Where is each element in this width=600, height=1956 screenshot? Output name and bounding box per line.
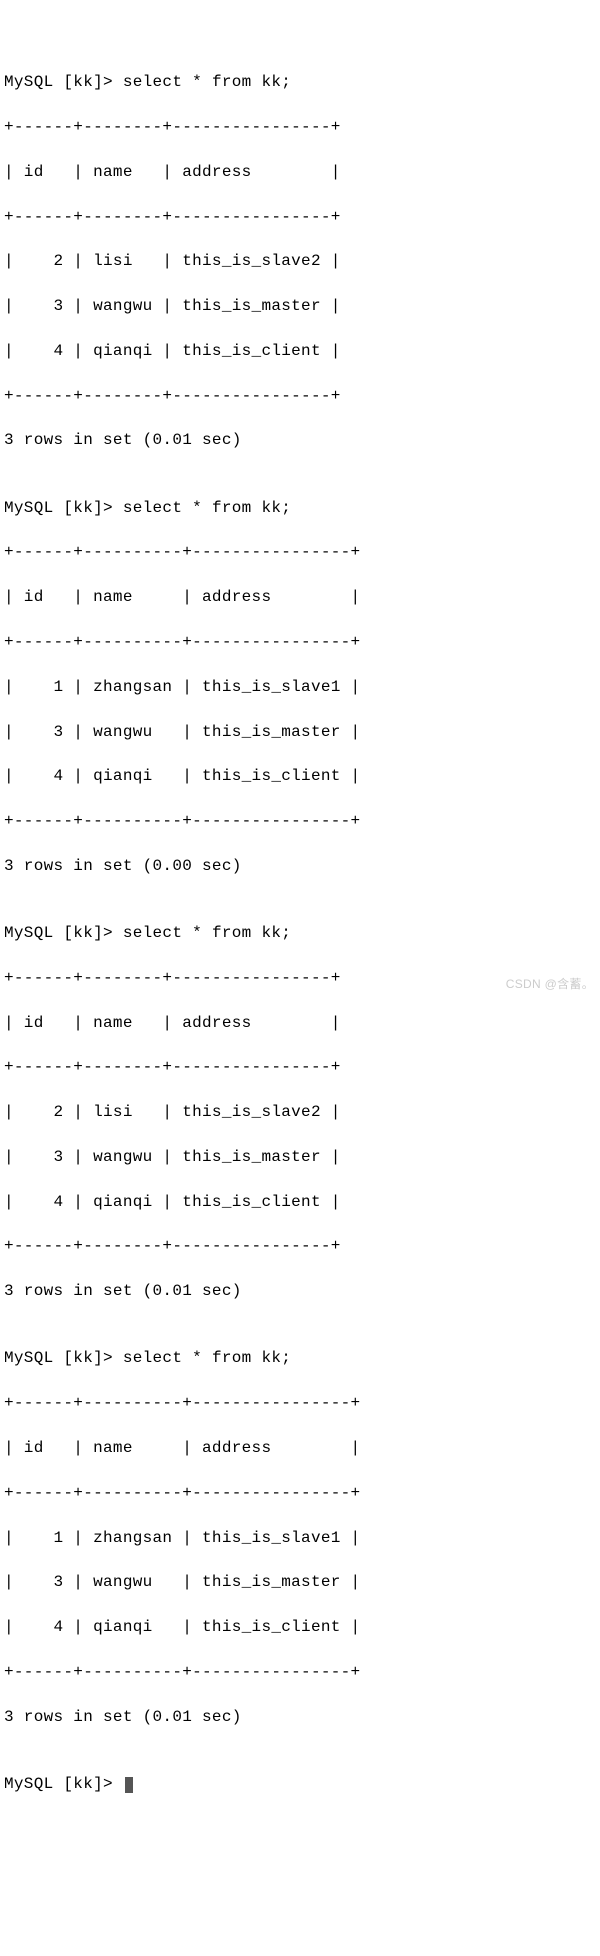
sql-prompt[interactable]: MySQL [kk]> [4,499,123,517]
table-row: | 4 | qianqi | this_is_client | [4,1191,596,1213]
sql-prompt[interactable]: MySQL [kk]> [4,1349,123,1367]
sql-query: select * from kk; [123,499,291,517]
table-row: | 3 | wangwu | this_is_master | [4,295,596,317]
table-border: +------+----------+----------------+ [4,631,596,653]
cursor-icon [125,1777,133,1793]
table-row: | 4 | qianqi | this_is_client | [4,765,596,787]
table-row: | 3 | wangwu | this_is_master | [4,721,596,743]
sql-prompt[interactable]: MySQL [kk]> [4,924,123,942]
status-text: 3 rows in set (0.01 sec) [4,1280,596,1302]
table-border: +------+----------+----------------+ [4,1661,596,1683]
table-border: +------+--------+----------------+ [4,116,596,138]
query-line-3: MySQL [kk]> select * from kk; [4,922,596,944]
status-text: 3 rows in set (0.00 sec) [4,855,596,877]
sql-prompt[interactable]: MySQL [kk]> [4,1775,123,1793]
table-row: | 1 | zhangsan | this_is_slave1 | [4,676,596,698]
table-row: | 3 | wangwu | this_is_master | [4,1146,596,1168]
idle-prompt[interactable]: MySQL [kk]> [4,1773,596,1795]
table-row: | 4 | qianqi | this_is_client | [4,1616,596,1638]
table-header: | id | name | address | [4,1012,596,1034]
table-border: +------+--------+----------------+ [4,206,596,228]
query-line-2: MySQL [kk]> select * from kk; [4,497,596,519]
query-line-1: MySQL [kk]> select * from kk; [4,71,596,93]
table-row: | 2 | lisi | this_is_slave2 | [4,250,596,272]
sql-query: select * from kk; [123,1349,291,1367]
table-border: +------+----------+----------------+ [4,541,596,563]
table-row: | 4 | qianqi | this_is_client | [4,340,596,362]
table-border: +------+--------+----------------+ [4,385,596,407]
sql-prompt[interactable]: MySQL [kk]> [4,73,123,91]
status-text: 3 rows in set (0.01 sec) [4,1706,596,1728]
table-border: +------+--------+----------------+ [4,1235,596,1257]
status-text: 3 rows in set (0.01 sec) [4,429,596,451]
table-border: +------+----------+----------------+ [4,810,596,832]
table-row: | 2 | lisi | this_is_slave2 | [4,1101,596,1123]
sql-query: select * from kk; [123,924,291,942]
watermark: CSDN @含蓄。 [506,976,594,993]
table-border: +------+--------+----------------+ [4,1056,596,1078]
table-border: +------+----------+----------------+ [4,1392,596,1414]
table-header: | id | name | address | [4,1437,596,1459]
query-line-4: MySQL [kk]> select * from kk; [4,1347,596,1369]
table-row: | 1 | zhangsan | this_is_slave1 | [4,1527,596,1549]
table-border: +------+----------+----------------+ [4,1482,596,1504]
table-header: | id | name | address | [4,161,596,183]
table-row: | 3 | wangwu | this_is_master | [4,1571,596,1593]
table-header: | id | name | address | [4,586,596,608]
sql-query: select * from kk; [123,73,291,91]
